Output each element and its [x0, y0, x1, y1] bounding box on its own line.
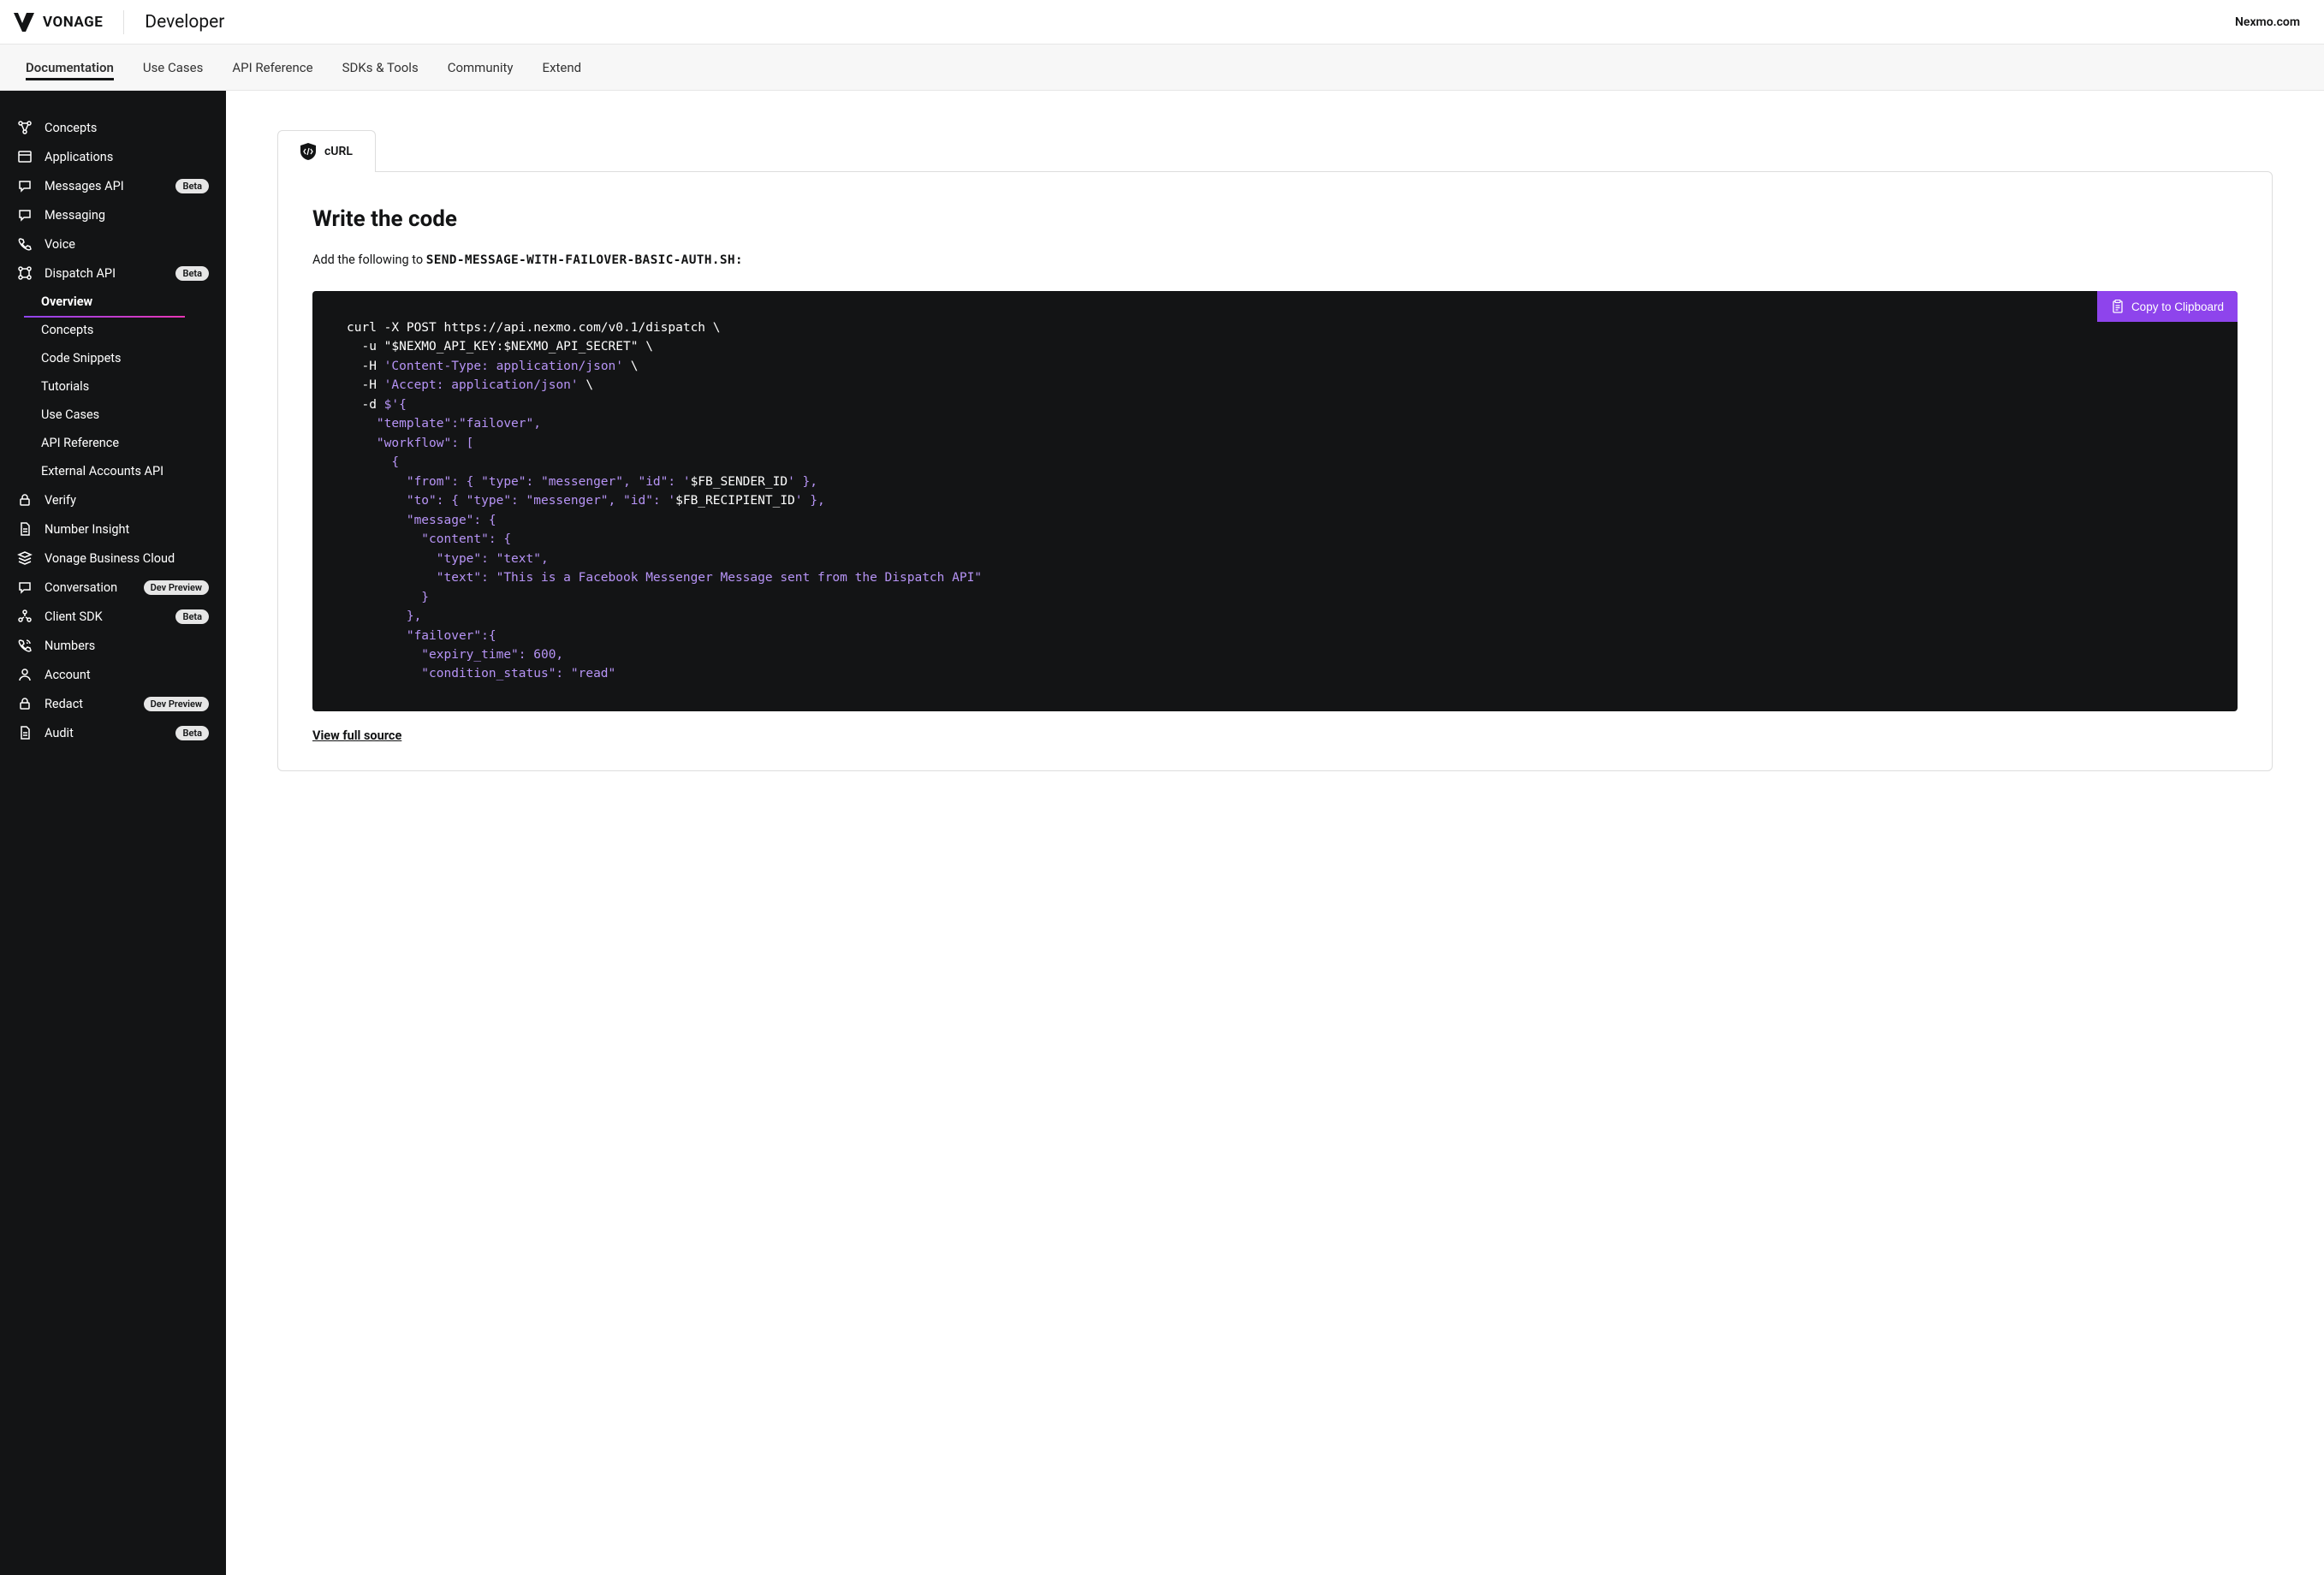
user-icon: [17, 667, 33, 682]
page-heading: Write the code: [312, 206, 2238, 232]
shield-code-icon: [300, 143, 316, 160]
tab-community[interactable]: Community: [448, 45, 514, 90]
tab-documentation[interactable]: Documentation: [26, 45, 114, 90]
content-panel: Write the code Add the following to SEND…: [277, 171, 2273, 771]
sidebar-item-numbers[interactable]: Numbers: [0, 631, 226, 660]
sidebar-item-label: Vonage Business Cloud: [45, 551, 209, 566]
tab-api-reference[interactable]: API Reference: [232, 45, 312, 90]
flow-icon: [17, 265, 33, 281]
doc-icon: [17, 725, 33, 740]
sidebar-subitem-external-accounts-api[interactable]: External Accounts API: [41, 457, 226, 485]
sidebar-item-account[interactable]: Account: [0, 660, 226, 689]
code-block: Copy to Clipboard curl -X POST https://a…: [312, 291, 2238, 711]
badge-beta: Beta: [175, 266, 209, 281]
phone-icon: [17, 236, 33, 252]
tab-sdks-tools[interactable]: SDKs & Tools: [342, 45, 419, 90]
sidebar-item-label: Redact: [45, 697, 132, 711]
nexmo-link[interactable]: Nexmo.com: [2235, 15, 2310, 29]
sidebar-item-concepts[interactable]: Concepts: [0, 113, 226, 142]
sidebar-subitem-api-reference[interactable]: API Reference: [41, 429, 226, 457]
dial-icon: [17, 638, 33, 653]
code-tab-curl[interactable]: cURL: [277, 130, 376, 172]
badge-dev_preview: Dev Preview: [144, 580, 209, 595]
sidebar: Concepts Applications Messages API Beta …: [0, 91, 226, 1575]
chat-icon: [17, 207, 33, 223]
sidebar-item-label: Number Insight: [45, 522, 209, 537]
copy-to-clipboard-button[interactable]: Copy to Clipboard: [2097, 291, 2238, 322]
sidebar-subitem-tutorials[interactable]: Tutorials: [41, 372, 226, 401]
code-snippet[interactable]: curl -X POST https://api.nexmo.com/v0.1/…: [347, 318, 2203, 684]
sidebar-subitem-overview[interactable]: Overview: [41, 288, 226, 316]
sidebar-subitem-concepts[interactable]: Concepts: [41, 316, 226, 344]
main-content: cURL Write the code Add the following to…: [226, 91, 2324, 1575]
nodes-icon: [17, 120, 33, 135]
chat-icon: [17, 579, 33, 595]
lock-icon: [17, 696, 33, 711]
view-full-source-link[interactable]: View full source: [312, 728, 401, 743]
tab-extend[interactable]: Extend: [543, 45, 582, 90]
sidebar-item-audit[interactable]: Audit Beta: [0, 718, 226, 747]
sidebar-item-label: Messages API: [45, 179, 163, 193]
sidebar-item-dispatch-api[interactable]: Dispatch API Beta: [0, 259, 226, 288]
sidebar-item-label: Concepts: [45, 121, 209, 135]
sidebar-item-client-sdk[interactable]: Client SDK Beta: [0, 602, 226, 631]
sidebar-item-redact[interactable]: Redact Dev Preview: [0, 689, 226, 718]
window-icon: [17, 149, 33, 164]
nav-tabs: Documentation Use Cases API Reference SD…: [0, 45, 2324, 91]
sidebar-item-label: Dispatch API: [45, 266, 163, 281]
sidebar-item-label: Verify: [45, 493, 209, 508]
sidebar-item-vonage-business-cloud[interactable]: Vonage Business Cloud: [0, 544, 226, 573]
chat-icon: [17, 178, 33, 193]
sidebar-item-number-insight[interactable]: Number Insight: [0, 514, 226, 544]
sidebar-item-label: Audit: [45, 726, 163, 740]
sidebar-subitem-use-cases[interactable]: Use Cases: [41, 401, 226, 429]
sidebar-item-voice[interactable]: Voice: [0, 229, 226, 259]
sidebar-item-messages-api[interactable]: Messages API Beta: [0, 171, 226, 200]
sidebar-item-label: Conversation: [45, 580, 132, 595]
vonage-logo-icon: [14, 13, 34, 32]
sidebar-item-applications[interactable]: Applications: [0, 142, 226, 171]
tab-use-cases[interactable]: Use Cases: [143, 45, 204, 90]
doc-icon: [17, 521, 33, 537]
clipboard-icon: [2111, 300, 2125, 313]
logo[interactable]: VONAGE: [14, 13, 103, 32]
sidebar-item-label: Applications: [45, 150, 209, 164]
code-tab-label: cURL: [324, 145, 353, 158]
sidebar-item-label: Numbers: [45, 639, 209, 653]
header-divider: [123, 10, 124, 34]
app-name: Developer: [145, 12, 224, 33]
sidebar-item-verify[interactable]: Verify: [0, 485, 226, 514]
sidebar-item-label: Account: [45, 668, 209, 682]
header: VONAGE Developer Nexmo.com: [0, 0, 2324, 45]
sidebar-item-label: Messaging: [45, 208, 209, 223]
badge-beta: Beta: [175, 726, 209, 740]
sidebar-subitem-code-snippets[interactable]: Code Snippets: [41, 344, 226, 372]
sidebar-item-label: Voice: [45, 237, 209, 252]
brand-text: VONAGE: [43, 14, 103, 31]
badge-beta: Beta: [175, 609, 209, 624]
network-icon: [17, 609, 33, 624]
sidebar-item-conversation[interactable]: Conversation Dev Preview: [0, 573, 226, 602]
sidebar-item-label: Client SDK: [45, 609, 163, 624]
lock-icon: [17, 492, 33, 508]
filename: SEND-MESSAGE-WITH-FAILOVER-BASIC-AUTH.SH…: [426, 253, 743, 267]
sidebar-sublist: OverviewConceptsCode SnippetsTutorialsUs…: [0, 288, 226, 485]
stack-icon: [17, 550, 33, 566]
badge-dev_preview: Dev Preview: [144, 697, 209, 711]
sidebar-item-messaging[interactable]: Messaging: [0, 200, 226, 229]
badge-beta: Beta: [175, 179, 209, 193]
description: Add the following to SEND-MESSAGE-WITH-F…: [312, 253, 2238, 267]
